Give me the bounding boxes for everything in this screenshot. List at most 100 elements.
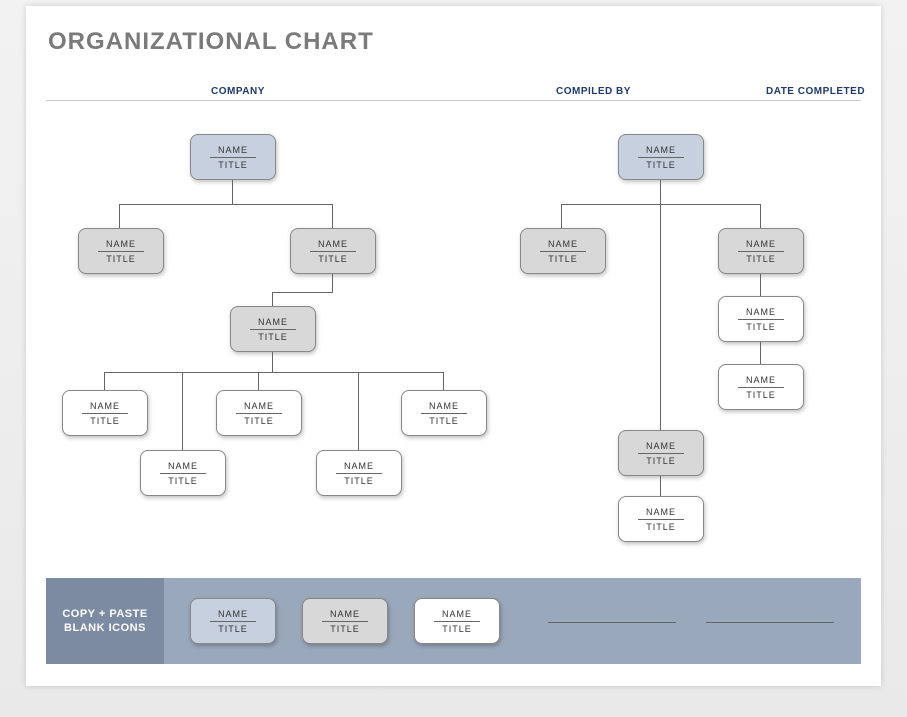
org-node[interactable]: NAME TITLE <box>140 450 226 496</box>
connector <box>760 204 761 228</box>
node-name: NAME <box>646 441 676 451</box>
node-sep <box>434 621 480 622</box>
node-title: TITLE <box>330 624 360 634</box>
node-title: TITLE <box>344 476 374 486</box>
node-sep <box>421 413 467 414</box>
node-name: NAME <box>429 401 459 411</box>
org-node[interactable]: NAME TITLE <box>62 390 148 436</box>
node-name: NAME <box>330 609 360 619</box>
node-name: NAME <box>218 145 248 155</box>
node-sep <box>98 251 144 252</box>
node-title: TITLE <box>258 332 288 342</box>
org-node[interactable]: NAME TITLE <box>78 228 164 274</box>
connector <box>760 274 761 296</box>
node-name: NAME <box>344 461 374 471</box>
connector <box>332 204 333 228</box>
org-node[interactable]: NAMETITLE <box>520 228 606 274</box>
org-node[interactable]: NAME TITLE <box>230 306 316 352</box>
connector <box>119 204 333 205</box>
org-node-root-1[interactable]: NAME TITLE <box>190 134 276 180</box>
node-sep <box>638 453 684 454</box>
node-sep <box>738 387 784 388</box>
org-node-root-2[interactable]: NAME TITLE <box>618 134 704 180</box>
org-node[interactable]: NAME TITLE <box>618 430 704 476</box>
node-title: TITLE <box>318 254 348 264</box>
org-node[interactable]: NAME TITLE <box>718 296 804 342</box>
node-name: NAME <box>106 239 136 249</box>
node-title: TITLE <box>746 390 776 400</box>
node-sep <box>236 413 282 414</box>
node-name: NAME <box>90 401 120 411</box>
page-title: ORGANIZATIONAL CHART <box>48 28 374 56</box>
node-sep <box>738 251 784 252</box>
node-name: NAME <box>218 609 248 619</box>
header-date-completed: DATE COMPLETED <box>766 86 865 97</box>
node-sep <box>310 251 356 252</box>
palette-node-white[interactable]: NAMETITLE <box>414 598 500 644</box>
node-name: NAME <box>646 507 676 517</box>
node-name: NAME <box>646 145 676 155</box>
palette-node-grey[interactable]: NAME TITLE <box>302 598 388 644</box>
org-node[interactable]: NAME TITLE <box>316 450 402 496</box>
node-title: TITLE <box>746 254 776 264</box>
node-title: TITLE <box>746 322 776 332</box>
node-name: NAME <box>168 461 198 471</box>
connector <box>760 342 761 364</box>
connector <box>660 476 661 496</box>
connector <box>660 180 661 204</box>
org-node[interactable]: NAME TITLE <box>216 390 302 436</box>
node-sep <box>210 157 256 158</box>
connector <box>272 292 273 306</box>
header-company: COMPANY <box>211 86 265 97</box>
node-title: TITLE <box>168 476 198 486</box>
node-sep <box>250 329 296 330</box>
connector <box>332 274 333 292</box>
org-node[interactable]: NAME TITLE <box>718 364 804 410</box>
node-title: TITLE <box>646 160 676 170</box>
node-sep <box>160 473 206 474</box>
connector <box>561 204 761 205</box>
connector <box>258 372 259 390</box>
node-sep <box>540 251 586 252</box>
node-name: NAME <box>746 375 776 385</box>
node-name: NAME <box>548 239 578 249</box>
node-sep <box>322 621 368 622</box>
connector <box>272 352 273 372</box>
connector <box>272 292 333 293</box>
node-title: TITLE <box>106 254 136 264</box>
connector <box>119 204 120 228</box>
connector <box>104 372 444 373</box>
connector <box>232 180 233 204</box>
connector <box>561 204 562 228</box>
node-title: TITLE <box>429 416 459 426</box>
node-title: TITLE <box>646 456 676 466</box>
node-name: NAME <box>318 239 348 249</box>
connector <box>182 372 183 450</box>
connector <box>104 372 105 390</box>
node-name: NAME <box>244 401 274 411</box>
node-title: TITLE <box>90 416 120 426</box>
node-sep <box>210 621 256 622</box>
connector <box>443 372 444 390</box>
palette-label: COPY + PASTE BLANK ICONS <box>46 578 164 664</box>
palette-node-blue[interactable]: NAME TITLE <box>190 598 276 644</box>
org-node[interactable]: NAME TITLE <box>401 390 487 436</box>
header-rule <box>46 100 861 101</box>
header-compiled-by: COMPILED BY <box>556 86 631 97</box>
node-sep <box>638 157 684 158</box>
palette-connector-sample[interactable] <box>706 622 834 623</box>
org-node[interactable]: NAME TITLE <box>618 496 704 542</box>
node-sep <box>638 519 684 520</box>
node-sep <box>738 319 784 320</box>
node-title: TITLE <box>218 624 248 634</box>
palette-connector-sample[interactable] <box>548 622 676 623</box>
node-title: TITLE <box>646 522 676 532</box>
org-node[interactable]: NAME TITLE <box>718 228 804 274</box>
node-name: NAME <box>746 307 776 317</box>
node-name: NAME <box>746 239 776 249</box>
node-title: TITLE <box>244 416 274 426</box>
node-name: NAME <box>258 317 288 327</box>
node-title: TITLE <box>442 624 472 634</box>
node-title: TITLE <box>218 160 248 170</box>
org-node[interactable]: NAME TITLE <box>290 228 376 274</box>
